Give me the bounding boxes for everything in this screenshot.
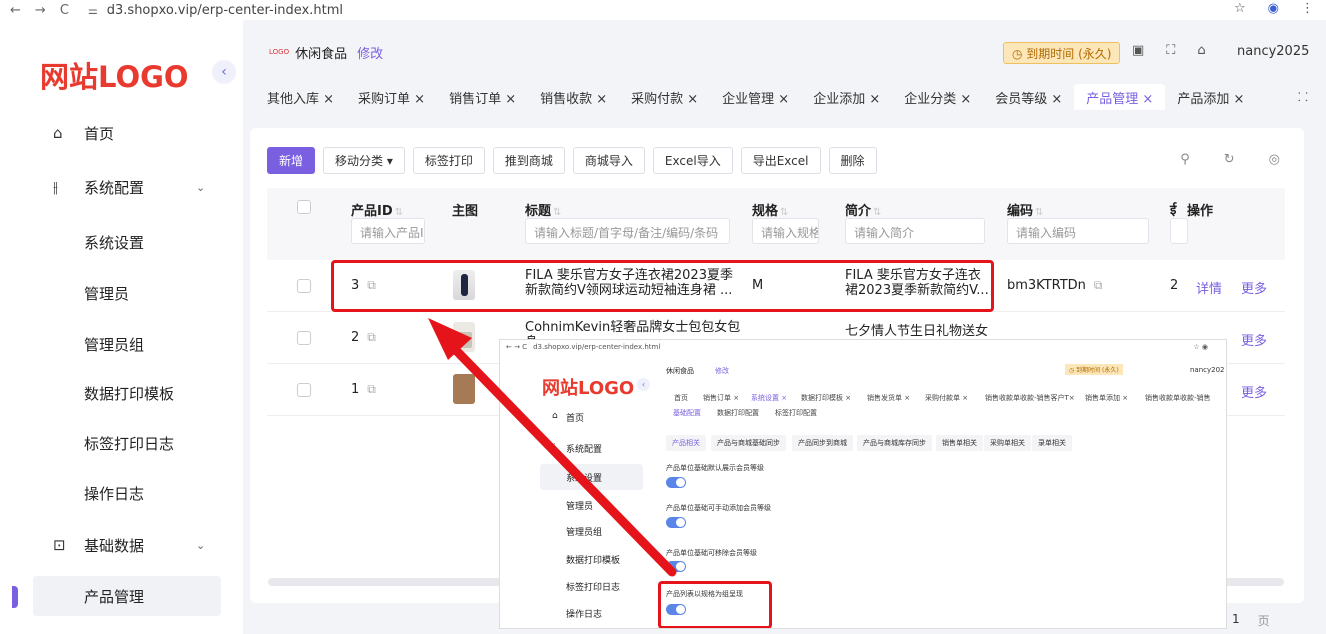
arrow-shaft xyxy=(441,335,677,577)
red-arrow-annotation xyxy=(428,318,677,577)
